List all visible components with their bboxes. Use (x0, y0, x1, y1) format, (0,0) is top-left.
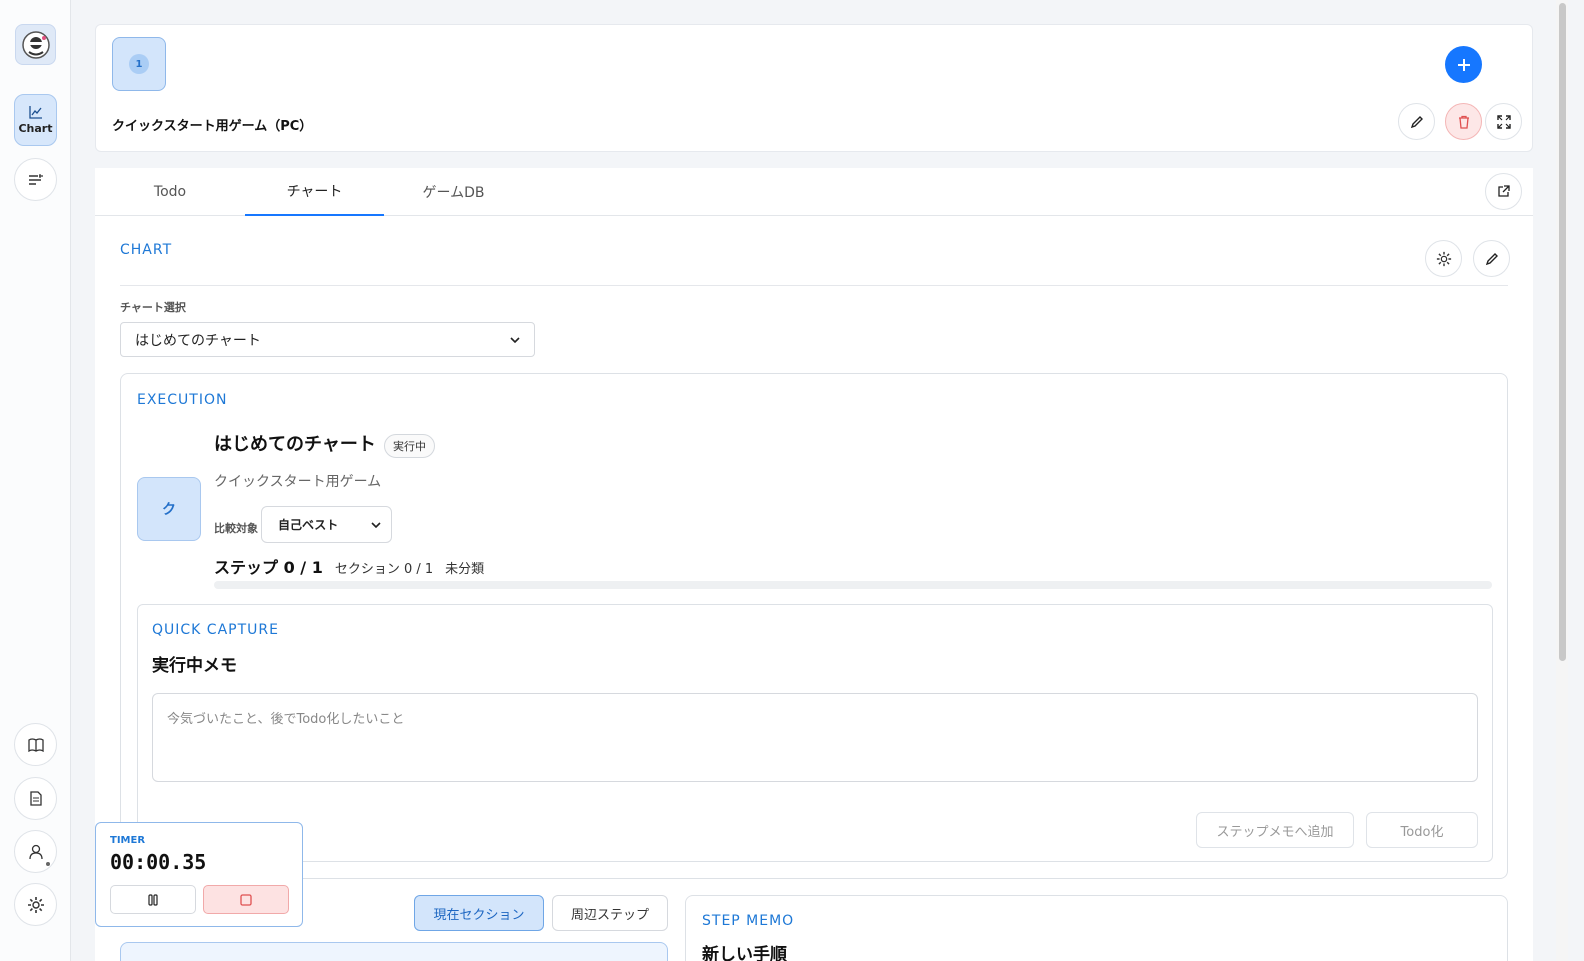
section-progress: セクション 0 / 1 (334, 562, 434, 577)
sidebar-item-book[interactable] (14, 723, 57, 766)
sidebar-item-document[interactable] (14, 777, 57, 820)
chart-select-value: はじめてのチャート (135, 332, 261, 349)
chevron-down-icon (371, 521, 381, 528)
chart-panel: CHART チャート選択 はじめてのチャート EXECUTION ク はじめての… (95, 216, 1533, 961)
scrollbar-thumb[interactable] (1559, 3, 1566, 661)
external-link-icon (1498, 185, 1510, 197)
tab-chart[interactable]: チャート (245, 168, 384, 216)
pencil-icon (1410, 115, 1423, 128)
quick-capture-card: QUICK CAPTURE 実行中メモ 今気づいたこと、後でTodo化したいこと… (137, 604, 1493, 862)
sidebar: Chart (0, 0, 71, 961)
step-memo-label: STEP MEMO (702, 913, 795, 929)
chart-settings-button[interactable] (1425, 240, 1462, 277)
tab-bar: Todo チャート ゲームDB (95, 168, 1533, 216)
compare-select-value: 自己ベスト (278, 518, 339, 532)
stop-icon (240, 893, 252, 906)
sidebar-item-chart[interactable]: Chart (14, 94, 57, 146)
plus-icon (1457, 58, 1470, 71)
stop-button[interactable] (203, 885, 289, 914)
avatar-logo-icon (21, 30, 50, 59)
status-dot (45, 861, 51, 867)
nearby-steps-button[interactable]: 周辺ステップ (552, 895, 668, 931)
step-progress: ステップ 0 / 1 (214, 558, 323, 577)
sidebar-item-label: Chart (18, 122, 53, 135)
chart-edit-button[interactable] (1473, 240, 1510, 277)
compare-select[interactable]: 自己ベスト (261, 506, 392, 543)
sidebar-item-list[interactable] (14, 158, 57, 201)
chart-select-label: チャート選択 (120, 301, 186, 314)
execution-title: はじめてのチャート (214, 434, 376, 455)
edit-game-button[interactable] (1398, 103, 1435, 140)
step-memo-title: 新しい手順 (702, 945, 787, 961)
pause-icon (148, 893, 158, 906)
add-game-button[interactable] (1445, 46, 1482, 83)
trash-icon (1458, 115, 1469, 129)
document-icon (29, 791, 42, 806)
step-memo-card: STEP MEMO 新しい手順 (685, 895, 1508, 961)
book-icon (27, 737, 44, 752)
game-title: クイックスタート用ゲーム（PC） (112, 119, 313, 134)
divider (120, 285, 1508, 286)
tab-todo[interactable]: Todo (95, 168, 245, 216)
chart-select[interactable]: はじめてのチャート (120, 322, 535, 357)
fullscreen-button[interactable] (1485, 103, 1522, 140)
pencil-icon (1485, 252, 1498, 265)
expand-icon (1496, 114, 1511, 129)
to-todo-button[interactable]: Todo化 (1366, 812, 1478, 848)
list-filter-icon (28, 173, 43, 185)
sidebar-item-user[interactable] (14, 830, 57, 873)
section-list-card (120, 942, 668, 961)
execution-card: EXECUTION ク はじめてのチャート 実行中 クイックスタート用ゲーム 比… (120, 373, 1508, 879)
user-icon (28, 844, 43, 859)
compare-label: 比較対象 (214, 522, 258, 535)
progress-bar (214, 581, 1492, 589)
chart-thumbnail: ク (137, 477, 201, 541)
status-badge: 実行中 (384, 434, 435, 458)
timer-widget: TIMER 00:00.35 (95, 822, 303, 927)
timer-label: TIMER (110, 835, 146, 846)
delete-game-button[interactable] (1445, 103, 1482, 140)
gear-icon (27, 896, 44, 913)
game-thumbnail[interactable]: 1 (112, 37, 166, 91)
pause-button[interactable] (110, 885, 196, 914)
open-external-button[interactable] (1485, 173, 1522, 210)
sidebar-item-settings[interactable] (14, 883, 57, 926)
chart-icon (28, 106, 42, 119)
step-summary: ステップ 0 / 1 セクション 0 / 1 未分類 (214, 554, 484, 578)
timer-value: 00:00.35 (110, 850, 207, 874)
memo-textarea[interactable]: 今気づいたこと、後でTodo化したいこと (152, 693, 1478, 782)
chart-section-label: CHART (120, 242, 173, 258)
game-header-card: 1 クイックスタート用ゲーム（PC） (95, 24, 1533, 152)
app-logo[interactable] (15, 24, 56, 65)
current-section-button[interactable]: 現在セクション (414, 895, 544, 931)
tab-game-db[interactable]: ゲームDB (384, 168, 523, 216)
quick-capture-title: 実行中メモ (152, 656, 237, 676)
quick-capture-label: QUICK CAPTURE (152, 622, 279, 638)
add-to-step-memo-button[interactable]: ステップメモへ追加 (1196, 812, 1354, 848)
gear-icon (1436, 251, 1451, 266)
game-number: 1 (129, 54, 149, 74)
chevron-down-icon (510, 336, 520, 343)
execution-game-name: クイックスタート用ゲーム (214, 474, 382, 490)
execution-section-label: EXECUTION (137, 392, 228, 408)
category-label: 未分類 (445, 562, 485, 577)
